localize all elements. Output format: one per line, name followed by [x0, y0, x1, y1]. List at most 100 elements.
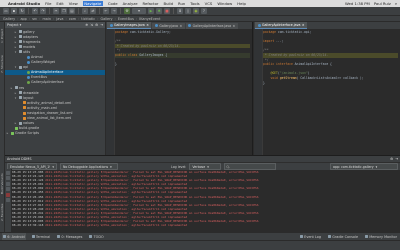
collapse-all-icon[interactable]: ⇲ [90, 23, 93, 27]
tree-item-label: res [19, 85, 25, 90]
close-icon[interactable]: × [179, 24, 182, 28]
forward-icon[interactable]: → [111, 8, 117, 14]
breadcrumb-item[interactable]: ticktatic [81, 17, 95, 21]
replace-icon[interactable]: ⇄ [90, 8, 96, 14]
menu-analyze[interactable]: Analyze [123, 1, 138, 6]
make-project-icon[interactable]: ⚒ [124, 8, 130, 14]
breadcrumb-item[interactable]: Gallery [3, 17, 15, 21]
bottom-tab[interactable]: Memory Monitor [364, 233, 398, 240]
expanded-arrow-icon[interactable]: ▾ [14, 50, 17, 54]
avd-manager-icon[interactable]: ▯ [185, 8, 191, 14]
tree-item-label: view_animal_list_item.xml [27, 116, 72, 121]
log-level-dropdown[interactable]: Verbose ▾ [189, 163, 222, 170]
code-area-left[interactable]: package com.ticktatic.Gallery; /** * Cre… [115, 30, 250, 155]
close-icon[interactable]: × [233, 24, 236, 28]
settings-gear-icon[interactable]: ⚙ [390, 157, 393, 161]
menu-refactor[interactable]: Refactor [143, 1, 159, 6]
close-icon[interactable]: × [302, 23, 305, 27]
editor-tab[interactable]: GalleryApiInterface.java × [255, 22, 308, 29]
collapsed-arrow-icon[interactable]: ▸ [10, 86, 13, 90]
paste-icon[interactable]: ▤ [69, 8, 75, 14]
editor-tab[interactable]: Gallery.java × [152, 22, 185, 29]
terminate-icon[interactable] [6, 192, 10, 197]
restart-icon[interactable] [6, 170, 10, 175]
filter-dropdown[interactable]: app: com.ticktatic.gallery ▾ [330, 163, 398, 170]
open-folder-icon[interactable]: ▭ [3, 8, 9, 14]
collapsed-arrow-icon[interactable]: ▸ [6, 131, 9, 135]
menu-window[interactable]: Window [217, 1, 232, 6]
bottom-tab[interactable]: 6: Android [2, 233, 26, 240]
menu-vcs[interactable]: VCS [205, 1, 213, 6]
clear-log-icon[interactable] [6, 176, 10, 180]
stop-icon[interactable]: ■ [164, 8, 170, 14]
bottom-tab[interactable]: Gradle Console [327, 233, 359, 240]
bottom-tab[interactable]: Terminal [31, 233, 52, 240]
menu-code[interactable]: Code [108, 1, 118, 6]
expanded-arrow-icon[interactable]: ▾ [14, 96, 17, 100]
tree-item-label: values [23, 121, 35, 126]
process-dropdown[interactable]: No Debuggable Applications ▾ [60, 163, 118, 170]
close-icon[interactable]: × [146, 23, 149, 27]
sdk-manager-icon[interactable]: ⬇ [177, 8, 183, 14]
spotlight-icon[interactable]: ⌕ [395, 1, 397, 6]
collapsed-arrow-icon[interactable]: ▸ [14, 30, 17, 34]
breadcrumb-item[interactable]: main [43, 17, 51, 21]
hide-panel-icon[interactable]: ⇥ [100, 23, 103, 27]
collapsed-arrow-icon[interactable]: ▸ [14, 35, 17, 39]
cut-icon[interactable]: ✂ [53, 8, 59, 14]
breadcrumb-item[interactable]: app [20, 17, 26, 21]
logcat-output[interactable]: 08-29 15:13:23.985 2411-2425/com.ticktat… [12, 170, 398, 230]
breadcrumb-item[interactable]: com [69, 17, 76, 21]
android-monitor-icon[interactable]: ◉ [193, 8, 199, 14]
log-line[interactable]: 08-29 15:13:30.118 2411-2425/com.ticktat… [12, 223, 398, 227]
menu-navigate[interactable]: Navigate [82, 1, 103, 6]
breadcrumb-item[interactable]: EventBus [118, 17, 134, 21]
bottom-tab[interactable]: 0: Messages [56, 233, 83, 240]
logcat-search-input[interactable]: Q- [224, 163, 277, 170]
menu-tools[interactable]: Tools [190, 1, 199, 6]
back-icon[interactable]: ← [103, 8, 109, 14]
sync-scroll-icon[interactable]: ⊕ [85, 23, 88, 27]
menu-edit[interactable]: Edit [56, 1, 63, 6]
menu-view[interactable]: View [69, 1, 78, 6]
code-area-right[interactable]: package com.ticktatic.api; import ...; /… [263, 30, 398, 155]
save-icon[interactable]: ▪ [11, 8, 17, 14]
user-name[interactable]: Paul Ruiz [374, 1, 391, 6]
undo-icon[interactable]: ↶ [32, 8, 38, 14]
breadcrumb-item[interactable]: Gallery [100, 17, 112, 21]
project-view-dropdown[interactable]: Project ▾ [7, 23, 21, 27]
collapsed-arrow-icon[interactable]: ▸ [14, 45, 17, 49]
hide-panel-icon[interactable]: ⇥ [395, 157, 398, 161]
collapsed-arrow-icon[interactable]: ▸ [14, 121, 17, 125]
collapsed-arrow-icon[interactable]: ▸ [14, 40, 17, 44]
breadcrumb-item[interactable]: IKanyeEvent [139, 17, 160, 21]
menu-run[interactable]: Run [178, 1, 185, 6]
settings-gear-icon[interactable]: ⚙ [95, 23, 98, 27]
editor-tab[interactable]: GalleryImages.java × [107, 22, 152, 29]
breadcrumb-item[interactable]: src [32, 17, 37, 21]
debug-icon[interactable]: ✱ [156, 8, 162, 14]
run-config-dropdown[interactable]: ▾ [132, 8, 146, 14]
breadcrumb-item[interactable]: java [56, 17, 63, 21]
copy-icon[interactable]: ❐ [61, 8, 67, 14]
device-dropdown[interactable]: Emulator Nexus_5_API_19 ▾ [7, 163, 57, 170]
run-icon[interactable]: ▶ [148, 8, 154, 14]
menu-help[interactable]: Help [237, 1, 246, 6]
menu-build[interactable]: Build [163, 1, 173, 6]
editor-tab[interactable]: GalleryApiInterface.java × [185, 22, 238, 29]
bottom-tab[interactable]: TODO [88, 233, 104, 240]
help-icon[interactable] [6, 198, 10, 202]
scroll-to-end-icon[interactable] [6, 181, 10, 186]
help-icon[interactable]: ? [201, 8, 207, 14]
sync-icon[interactable]: ↻ [19, 8, 25, 14]
collapsed-arrow-icon[interactable]: ▸ [14, 91, 17, 95]
app-name-menu[interactable]: Android Studio [8, 1, 40, 6]
tree-item[interactable]: ▸ Gradle Scripts [5, 131, 105, 136]
find-icon[interactable]: ⌕ [82, 8, 88, 14]
redo-icon[interactable]: ↷ [40, 8, 46, 14]
java-class-icon [26, 55, 30, 59]
bottom-tab[interactable]: Event Log [299, 233, 322, 240]
expanded-arrow-icon[interactable]: ▾ [14, 65, 17, 69]
screenshot-icon[interactable] [6, 187, 10, 191]
menu-file[interactable]: File [45, 1, 51, 6]
